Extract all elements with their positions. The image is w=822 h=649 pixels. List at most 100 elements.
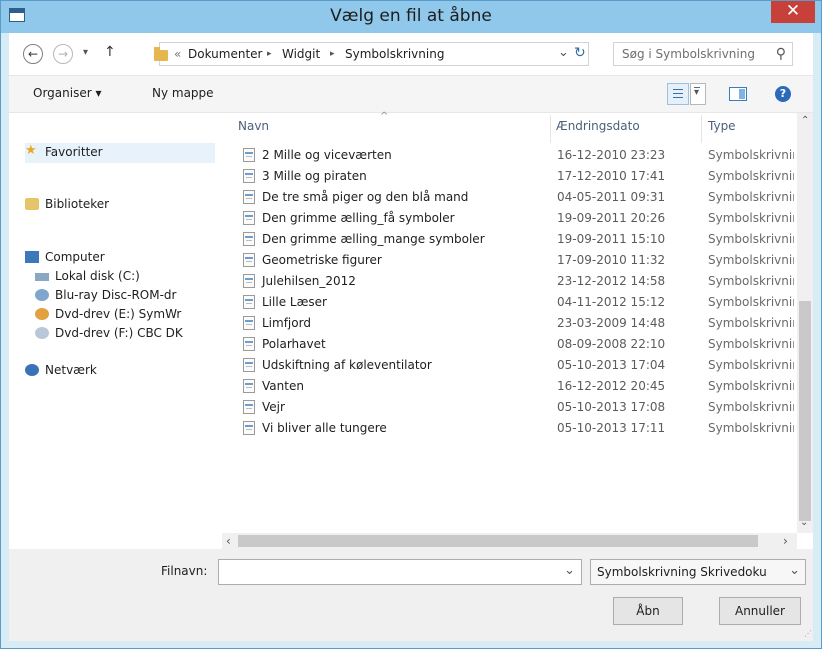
cancel-button[interactable]: Annuller (719, 597, 801, 625)
file-date: 04-11-2012 15:12 (557, 295, 666, 309)
up-arrow-icon[interactable]: ↑ (104, 44, 116, 60)
preview-pane-icon[interactable] (729, 87, 747, 101)
horizontal-scrollbar[interactable]: ‹ › (222, 533, 797, 549)
document-icon (243, 253, 255, 267)
file-row[interactable]: 2 Mille og viceværten 16-12-2010 23:23 Sym… (222, 145, 796, 166)
help-icon[interactable]: ? (775, 86, 791, 102)
file-row[interactable]: Vejr 05-10-2013 17:08 Symbolskrivnir (222, 397, 796, 418)
breadcrumb-overflow[interactable]: « (174, 47, 181, 61)
scroll-down-icon[interactable]: ⌄ (800, 517, 808, 528)
column-header-name[interactable]: Navn (238, 119, 269, 133)
column-header-date[interactable]: Ændringsdato (556, 119, 640, 133)
file-name: Julehilsen_2012 (262, 274, 356, 288)
filename-label: Filnavn: (161, 564, 208, 578)
new-folder-button[interactable]: Ny mappe (152, 86, 214, 100)
address-dropdown-icon[interactable]: ⌄ (558, 45, 569, 60)
forward-button[interactable]: → (53, 44, 73, 64)
sidebar-item-dvd-e[interactable]: Dvd-drev (E:) SymWr (35, 305, 215, 325)
back-button[interactable]: ← (23, 44, 43, 64)
breadcrumb-dokumenter[interactable]: Dokumenter (188, 47, 262, 61)
organize-menu[interactable]: Organiser ▾ (33, 86, 101, 100)
document-icon (243, 337, 255, 351)
file-date: 08-09-2008 22:10 (557, 337, 666, 351)
file-type-dropdown-icon[interactable]: ⌄ (789, 563, 800, 578)
file-type: Symbolskrivnir (708, 358, 794, 372)
file-type-filter[interactable]: Symbolskrivning Skrivedoku ⌄ (590, 559, 806, 585)
file-date: 05-10-2013 17:11 (557, 421, 666, 435)
file-date: 19-09-2011 15:10 (557, 232, 666, 246)
vertical-scroll-thumb[interactable] (799, 301, 811, 521)
file-type: Symbolskrivnir (708, 190, 794, 204)
file-row[interactable]: Den grimme ælling_mange symboler 19-09-20… (222, 229, 796, 250)
file-row[interactable]: Den grimme ælling_få symboler 19-09-2011 … (222, 208, 796, 229)
document-icon (243, 400, 255, 414)
disc-drive-icon (35, 289, 49, 301)
file-name: Geometriske figurer (262, 253, 382, 267)
document-icon (243, 190, 255, 204)
file-row[interactable]: De tre små piger og den blå mand 04-05-20… (222, 187, 796, 208)
file-type: Symbolskrivnir (708, 421, 794, 435)
file-date: 17-12-2010 17:41 (557, 169, 666, 183)
sidebar-item-local-disk[interactable]: Lokal disk (C:) (35, 267, 215, 287)
close-button[interactable]: ✕ (771, 1, 815, 23)
file-name: 2 Mille og viceværten (262, 148, 392, 162)
recent-locations-icon[interactable]: ▾ (83, 47, 88, 58)
view-details-icon[interactable] (667, 83, 689, 105)
folder-icon (154, 47, 168, 61)
filename-dropdown-icon[interactable]: ⌄ (564, 563, 575, 578)
library-icon (25, 198, 39, 210)
window-title: Vælg en fil at åbne (330, 6, 492, 26)
file-row[interactable]: Vi bliver alle tungere 05-10-2013 17:11 Sy… (222, 418, 796, 439)
file-name: Limfjord (262, 316, 311, 330)
sidebar-item-network[interactable]: Netværk (25, 361, 215, 381)
file-date: 05-10-2013 17:08 (557, 400, 666, 414)
search-box[interactable]: Søg i Symbolskrivning ⚲ (613, 42, 793, 66)
file-type: Symbolskrivnir (708, 316, 794, 330)
file-date: 19-09-2011 20:26 (557, 211, 666, 225)
file-row[interactable]: Polarhavet 08-09-2008 22:10 Symbolskrivnir (222, 334, 796, 355)
sidebar-item-libraries[interactable]: Biblioteker (25, 195, 215, 215)
filename-field[interactable]: ⌄ (218, 559, 582, 585)
sidebar-item-favorites[interactable]: ★ Favoritter (25, 143, 215, 163)
sidebar-item-computer[interactable]: Computer (25, 248, 215, 268)
column-divider[interactable] (701, 115, 702, 143)
sidebar-item-bluray[interactable]: Blu-ray Disc-ROM-dr (35, 286, 215, 306)
search-icon[interactable]: ⚲ (776, 46, 786, 62)
navigation-bar: ← → ▾ ↑ « Dokumenter ▸ Widgit ▸ Symbolsk… (9, 33, 813, 76)
breadcrumb-widgit[interactable]: Widgit (282, 47, 320, 61)
dvd-drive-icon (35, 327, 49, 339)
sidebar-item-dvd-f[interactable]: Dvd-drev (F:) CBC DK (35, 324, 215, 344)
search-input[interactable]: Søg i Symbolskrivning (622, 47, 755, 61)
file-type: Symbolskrivnir (708, 148, 794, 162)
file-name: Vi bliver alle tungere (262, 421, 387, 435)
sort-ascending-icon: ^ (380, 111, 389, 122)
scroll-left-icon[interactable]: ‹ (226, 534, 231, 548)
file-type: Symbolskrivnir (708, 232, 794, 246)
breadcrumb-separator-icon[interactable]: ▸ (330, 49, 335, 59)
view-options-dropdown[interactable]: ▾ (690, 83, 706, 105)
column-header-type[interactable]: Type (708, 119, 736, 133)
file-type: Symbolskrivnir (708, 295, 794, 309)
dvd-icon (35, 308, 49, 320)
open-button[interactable]: Åbn (613, 597, 683, 625)
horizontal-scroll-thumb[interactable] (238, 535, 758, 547)
column-divider[interactable] (550, 115, 551, 143)
file-row[interactable]: Vanten 16-12-2012 20:45 Symbolskrivnir (222, 376, 796, 397)
file-row[interactable]: Limfjord 23-03-2009 14:48 Symbolskrivnir (222, 313, 796, 334)
resize-grip-icon[interactable]: ⋰ (804, 629, 812, 638)
breadcrumb-symbolskrivning[interactable]: Symbolskrivning (345, 47, 444, 61)
file-row[interactable]: Udskiftning af køleventilator 05-10-2013 … (222, 355, 796, 376)
file-row[interactable]: 3 Mille og piraten 17-12-2010 17:41 Symbol… (222, 166, 796, 187)
scroll-up-icon[interactable]: ⌃ (801, 115, 809, 126)
file-row[interactable]: Lille Læser 04-11-2012 15:12 Symbolskrivni… (222, 292, 796, 313)
file-row[interactable]: Geometriske figurer 17-09-2010 11:32 Symbo… (222, 250, 796, 271)
refresh-icon[interactable]: ↻ (574, 45, 586, 61)
vertical-scrollbar[interactable]: ⌃ ⌄ (797, 113, 813, 533)
breadcrumb-separator-icon[interactable]: ▸ (267, 49, 272, 59)
file-row[interactable]: Julehilsen_2012 23-12-2012 14:58 Symbolskr… (222, 271, 796, 292)
title-bar[interactable]: Vælg en fil at åbne ✕ (1, 1, 821, 33)
document-icon (243, 295, 255, 309)
file-date: 04-05-2011 09:31 (557, 190, 666, 204)
scroll-right-icon[interactable]: › (783, 534, 788, 548)
address-bar[interactable]: « Dokumenter ▸ Widgit ▸ Symbolskrivning … (154, 42, 589, 66)
